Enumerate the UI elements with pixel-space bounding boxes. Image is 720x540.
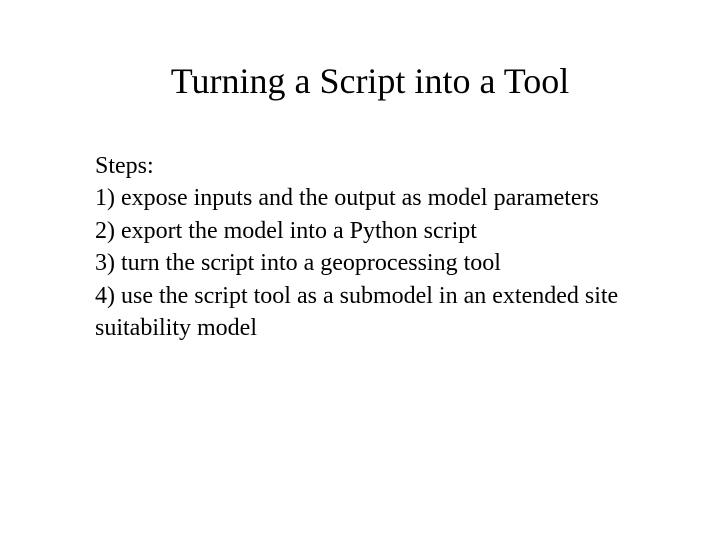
step-1: 1) expose inputs and the output as model… bbox=[95, 182, 625, 214]
slide: Turning a Script into a Tool Steps: 1) e… bbox=[0, 0, 720, 540]
step-2: 2) export the model into a Python script bbox=[95, 215, 625, 247]
slide-body: Steps: 1) expose inputs and the output a… bbox=[95, 150, 625, 344]
step-3: 3) turn the script into a geoprocessing … bbox=[95, 247, 625, 279]
step-4: 4) use the script tool as a submodel in … bbox=[95, 280, 625, 345]
steps-heading: Steps: bbox=[95, 150, 625, 182]
slide-title: Turning a Script into a Tool bbox=[115, 60, 625, 102]
